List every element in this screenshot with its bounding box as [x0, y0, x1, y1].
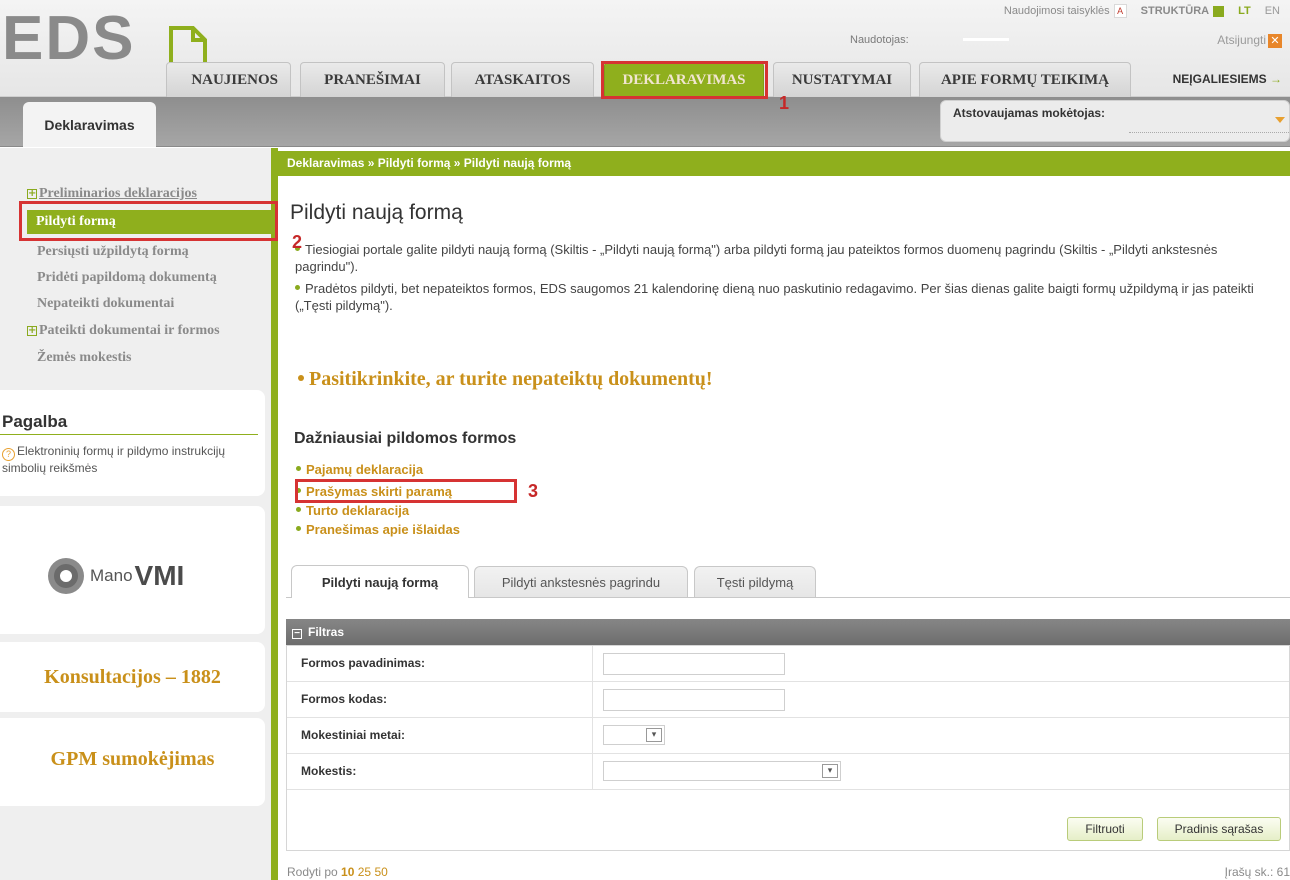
subtab-deklaravimas[interactable]: Deklaravimas	[23, 102, 156, 147]
page-size-10[interactable]: 10	[341, 865, 354, 879]
filter-row: Formos pavadinimas:	[287, 646, 1289, 682]
tax-year-select[interactable]: ▾	[603, 725, 665, 745]
filter-row: Mokestiniai metai: ▾	[287, 718, 1289, 754]
logout-link[interactable]: Atsijungti ✕	[1217, 33, 1282, 48]
page-size-selector: Rodyti po 10 25 50	[287, 865, 388, 879]
disabled-users-link[interactable]: NEĮGALIESIEMS →	[1173, 72, 1282, 86]
filter-panel: Formos pavadinimas: Formos kodas: Mokest…	[286, 645, 1290, 851]
form-code-input[interactable]	[603, 689, 785, 711]
bullet-icon	[296, 507, 301, 512]
tab-pranesimai[interactable]: PRANEŠIMAI	[300, 62, 445, 97]
annotation-box-1	[601, 61, 768, 99]
consultations-banner[interactable]: Konsultacijos – 1882	[0, 642, 265, 712]
page-title: Pildyti naują formą	[290, 201, 463, 224]
tab-apie-formu-teikima[interactable]: APIE FORMŲ TEIKIMĄ	[919, 62, 1131, 97]
user-value-redacted	[963, 38, 1009, 41]
arrow-right-icon: →	[1270, 72, 1282, 86]
gpm-payment-banner[interactable]: GPM sumokėjimas	[0, 718, 265, 806]
form-name-input[interactable]	[603, 653, 785, 675]
represented-payer-box: Atstovaujamas mokėtojas:	[940, 100, 1290, 142]
annotation-number-3: 3	[528, 481, 539, 501]
chevron-down-icon: ▾	[646, 728, 662, 742]
tab-pildyti-ankstesnes[interactable]: Pildyti ankstesnės pagrindu	[474, 566, 688, 597]
user-avatar-icon	[48, 558, 84, 594]
tab-ataskaitos[interactable]: ATASKAITOS	[451, 62, 594, 97]
help-panel: Pagalba ? Elektroninių formų ir pildymo i…	[0, 390, 265, 496]
frequent-form-islaidos[interactable]: Pranešimas apie išlaidas	[296, 522, 460, 538]
chevron-down-icon	[1275, 117, 1285, 123]
lang-en-link[interactable]: EN	[1265, 5, 1280, 17]
bullet-icon	[298, 375, 304, 381]
help-title: Pagalba	[2, 412, 68, 431]
bullet-icon	[295, 285, 300, 290]
annotation-box-3	[295, 479, 517, 503]
mano-text: Mano	[90, 566, 133, 585]
expand-plus-icon: +	[27, 188, 37, 199]
page-size-25[interactable]: 25	[358, 865, 371, 879]
pdf-icon: A	[1113, 4, 1127, 18]
tab-nustatymai[interactable]: NUSTATYMAI	[773, 62, 911, 97]
frequent-form-turto[interactable]: Turto deklaracija	[296, 503, 409, 519]
structure-link[interactable]: STRUKTŪRA	[1141, 5, 1225, 17]
filter-row: Mokestis: ▾	[287, 754, 1289, 790]
lang-lt-link[interactable]: LT	[1238, 5, 1251, 17]
sidebar-item-prideti-dokumenta[interactable]: Pridėti papildomą dokumentą	[37, 270, 217, 286]
annotation-box-2	[19, 201, 278, 241]
help-divider	[0, 434, 258, 435]
sidebar-item-preliminarios[interactable]: + Preliminarios deklaracijos	[27, 186, 197, 202]
sidebar-item-nepateikti[interactable]: Nepateikti dokumentai	[37, 296, 174, 312]
utility-links: Naudojimosi taisyklės A STRUKTŪRA LT EN	[1004, 0, 1280, 22]
consultations-text: Konsultacijos – 1882	[44, 666, 221, 688]
filter-row: Formos kodas:	[287, 682, 1289, 718]
sidebar-item-pateikti[interactable]: + Pateikti dokumentai ir formos	[27, 323, 220, 339]
question-icon: ?	[2, 448, 15, 461]
user-label: Naudotojas:	[850, 34, 909, 46]
form-code-label: Formos kodas:	[287, 682, 593, 717]
tax-year-label: Mokestiniai metai:	[287, 718, 593, 753]
represented-payer-select[interactable]	[1129, 109, 1289, 133]
gpm-payment-text: GPM sumokėjimas	[50, 748, 215, 770]
frequent-forms-title: Dažniausiai pildomos formos	[294, 430, 517, 447]
structure-icon	[1213, 5, 1225, 17]
sidebar-item-persiusti[interactable]: Persiųsti užpildytą formą	[37, 244, 189, 260]
reset-list-button[interactable]: Pradinis sąrašas	[1157, 817, 1281, 841]
tab-pildyti-nauja[interactable]: Pildyti naują formą	[291, 565, 469, 598]
tax-select[interactable]: ▾	[603, 761, 841, 781]
tax-label: Mokestis:	[287, 754, 593, 789]
bullet-icon	[296, 526, 301, 531]
content-divider	[271, 148, 278, 880]
help-link[interactable]: ? Elektroninių formų ir pildymo instrukci…	[2, 444, 257, 476]
tab-testi-pildyma[interactable]: Tęsti pildymą	[694, 566, 816, 597]
page-size-50[interactable]: 50	[374, 865, 387, 879]
check-unsubmitted-link[interactable]: Pasitikrinkite, ar turite nepateiktų dok…	[298, 368, 713, 391]
filter-header[interactable]: − Filtras	[286, 619, 1290, 645]
close-icon: ✕	[1268, 33, 1282, 48]
annotation-number-1: 1	[779, 93, 790, 113]
info-bullet-2: Pradėtos pildyti, bet nepateiktos formos…	[295, 281, 1254, 313]
bullet-icon	[296, 466, 301, 471]
chevron-down-icon: ▾	[822, 764, 838, 778]
annotation-number-2: 2	[292, 232, 303, 252]
frequent-form-pajamu[interactable]: Pajamų deklaracija	[296, 462, 423, 478]
breadcrumb: Deklaravimas » Pildyti formą » Pildyti n…	[278, 151, 1290, 176]
mano-vmi-banner[interactable]: Mano VMI	[0, 506, 265, 634]
sidebar-item-zemes-mokestis[interactable]: Žemės mokestis	[37, 350, 132, 366]
mano-vmi-logo: Mano VMI	[48, 558, 184, 594]
record-count: Įrašų sk.: 61	[1224, 865, 1290, 879]
eds-logo[interactable]: EDS	[2, 8, 135, 70]
filter-button[interactable]: Filtruoti	[1067, 817, 1143, 841]
tab-naujienos[interactable]: NAUJIENOS	[166, 62, 291, 97]
collapse-minus-icon: −	[292, 629, 302, 639]
rules-link[interactable]: Naudojimosi taisyklės A	[1004, 4, 1127, 18]
info-bullet-1: Tiesiogiai portale galite pildyti naują …	[295, 242, 1218, 274]
form-name-label: Formos pavadinimas:	[287, 646, 593, 681]
vmi-text: VMI	[134, 560, 185, 591]
represented-payer-label: Atstovaujamas mokėtojas:	[953, 106, 1106, 120]
expand-plus-icon: +	[27, 325, 37, 336]
